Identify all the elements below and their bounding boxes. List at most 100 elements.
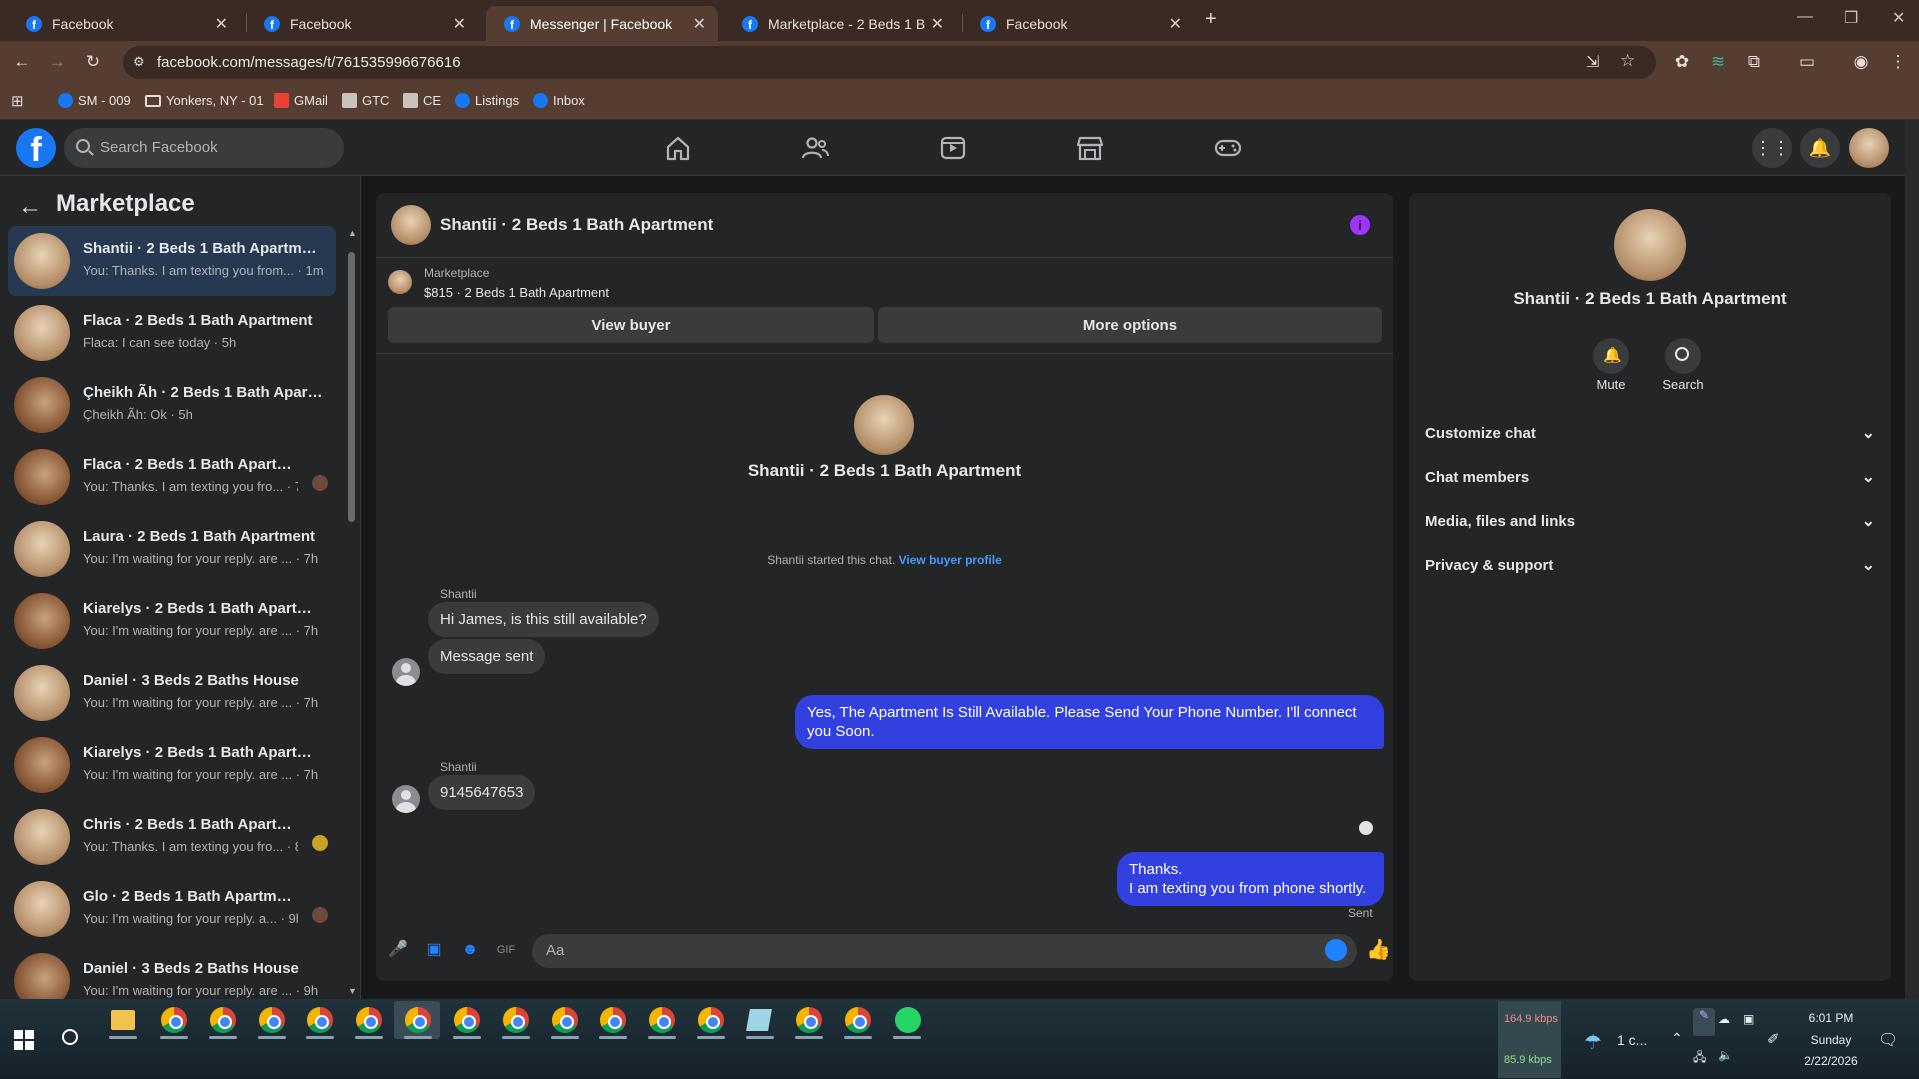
pen-tray-icon[interactable]: ✎ (1693, 1008, 1715, 1036)
chrome-icon[interactable] (649, 1007, 675, 1033)
clock-date[interactable]: 2/22/2026 (1796, 1054, 1866, 1068)
info-icon[interactable]: i (1350, 215, 1370, 235)
notepad-icon[interactable] (746, 1009, 772, 1031)
conversation-item[interactable]: Kiarelys · 2 Beds 1 Bath Apartme... You:… (8, 586, 336, 656)
chat-avatar[interactable] (391, 205, 431, 245)
chrome-icon[interactable] (161, 1007, 187, 1033)
back-arrow-icon[interactable]: ← (18, 193, 42, 221)
extensions-puzzle-icon[interactable]: ⧉ (1742, 50, 1766, 74)
conversation-item[interactable]: Çheikh Ãh · 2 Beds 1 Bath Apart... Çheik… (8, 370, 336, 440)
customize-chat-section[interactable]: Customize chat ⌄ (1425, 425, 1875, 442)
account-avatar[interactable] (1849, 128, 1889, 168)
chat-intro-avatar[interactable] (854, 395, 914, 455)
meet-tray-icon[interactable]: ▣ (1743, 1012, 1754, 1026)
file-explorer-icon[interactable] (111, 1010, 135, 1030)
listing-thumbnail[interactable] (388, 270, 412, 294)
side-panel-icon[interactable]: ▭ (1795, 50, 1819, 74)
volume-icon[interactable]: 🔈 (1718, 1048, 1733, 1062)
chat-title[interactable]: Shantii · 2 Beds 1 Bath Apartment (440, 215, 713, 235)
chrome-icon[interactable] (259, 1007, 285, 1033)
install-app-icon[interactable]: ⇲ (1586, 52, 1599, 72)
browser-tab[interactable]: f Facebook ✕ (8, 6, 240, 41)
sticker-icon[interactable]: ☻ (460, 940, 480, 960)
outgoing-message[interactable]: Yes, The Apartment Is Still Available. P… (795, 695, 1384, 749)
site-info-icon[interactable]: ⚙ (133, 54, 145, 70)
video-icon[interactable] (938, 134, 968, 162)
pen-menu-icon[interactable]: ✐ (1767, 1030, 1780, 1048)
close-tab-icon[interactable]: ✕ (453, 14, 466, 34)
tray-overflow-chevron-icon[interactable]: ⌃ (1671, 1030, 1683, 1047)
reload-icon[interactable]: ↻ (81, 50, 105, 74)
view-buyer-profile-link[interactable]: View buyer profile (899, 553, 1002, 567)
sidebar-scrollbar[interactable]: ▲ ▼ (348, 228, 357, 998)
restore-icon[interactable]: ❐ (1844, 8, 1858, 28)
microphone-icon[interactable]: 🎤 (388, 940, 408, 960)
conversation-item[interactable]: Kiarelys · 2 Beds 1 Bath Apartme... You:… (8, 730, 336, 800)
page-scrollbar[interactable] (1905, 120, 1919, 999)
weather-icon[interactable]: ☂ (1584, 1030, 1602, 1055)
sender-avatar-icon[interactable] (392, 658, 420, 686)
close-tab-icon[interactable]: ✕ (1169, 14, 1182, 34)
window-close-icon[interactable]: ✕ (1892, 8, 1905, 28)
conversation-item[interactable]: Flaca · 2 Beds 1 Bath Apartme... You: Th… (8, 442, 336, 512)
notification-center-icon[interactable]: 🗨 (1878, 1030, 1898, 1050)
facebook-logo-icon[interactable]: f (16, 128, 56, 168)
thumbs-up-icon[interactable]: 👍 (1366, 940, 1391, 960)
clock-day[interactable]: Sunday (1796, 1033, 1866, 1047)
chrome-icon[interactable] (307, 1007, 333, 1033)
whatsapp-icon[interactable] (895, 1007, 921, 1033)
scroll-up-icon[interactable]: ▲ (348, 228, 357, 238)
bookmark-item[interactable]: GTC (342, 93, 389, 108)
close-tab-icon[interactable]: ✕ (931, 14, 944, 34)
browser-tab[interactable]: f Marketplace - 2 Beds 1 Bath Ap ✕ (724, 6, 956, 41)
marketplace-icon[interactable] (1075, 134, 1105, 162)
browser-tab[interactable]: f Facebook ✕ (246, 6, 478, 41)
apps-grid-icon[interactable]: ⊞ (11, 92, 24, 110)
outgoing-message[interactable]: Thanks. I am texting you from phone shor… (1117, 852, 1384, 906)
onedrive-icon[interactable]: ☁ (1718, 1012, 1730, 1026)
mute-button[interactable]: 🔔 (1593, 338, 1629, 374)
profile-icon[interactable]: ◉ (1849, 50, 1873, 74)
media-files-links-section[interactable]: Media, files and links ⌄ (1425, 513, 1875, 530)
incoming-message[interactable]: 9145647653 (428, 775, 536, 810)
chrome-icon[interactable] (845, 1007, 871, 1033)
windows-start-icon[interactable] (14, 1030, 34, 1050)
chrome-icon[interactable] (698, 1007, 724, 1033)
chrome-icon[interactable] (600, 1007, 626, 1033)
bookmark-item[interactable]: SM - 009 (58, 93, 131, 108)
chrome-icon[interactable] (454, 1007, 480, 1033)
conversation-item[interactable]: Chris · 2 Beds 1 Bath Apartment You: Tha… (8, 802, 336, 872)
conversation-item[interactable]: Shantii · 2 Beds 1 Bath Apartment You: T… (8, 226, 336, 296)
chrome-icon[interactable] (503, 1007, 529, 1033)
sidebar-scroll-thumb[interactable] (348, 252, 355, 522)
conversation-item[interactable]: Glo · 2 Beds 1 Bath Apartment You: I'm w… (8, 874, 336, 944)
chrome-icon[interactable] (405, 1007, 431, 1033)
chrome-icon[interactable] (356, 1007, 382, 1033)
clock-time[interactable]: 6:01 PM (1796, 1011, 1866, 1025)
chrome-icon[interactable] (796, 1007, 822, 1033)
new-tab-icon[interactable]: + (1205, 8, 1217, 31)
taskbar-search-icon[interactable] (62, 1029, 78, 1045)
back-icon[interactable]: ← (10, 50, 34, 74)
forward-icon[interactable]: → (45, 50, 69, 74)
notifications-bell-icon[interactable]: 🔔 (1800, 128, 1840, 168)
incoming-message[interactable]: Hi James, is this still available? (428, 602, 659, 637)
bookmark-item[interactable]: CE (403, 93, 441, 108)
incoming-message[interactable]: Message sent (428, 639, 546, 674)
info-avatar[interactable] (1614, 209, 1686, 281)
gaming-icon[interactable] (1213, 134, 1243, 162)
conversation-item[interactable]: Laura · 2 Beds 1 Bath Apartment You: I'm… (8, 514, 336, 584)
listing-title[interactable]: $815 · 2 Beds 1 Bath Apartment (424, 285, 609, 300)
gif-icon[interactable]: GIF (496, 940, 516, 960)
address-bar[interactable]: ⚙ facebook.com/messages/t/76153599667661… (123, 46, 1656, 79)
browser-tab[interactable]: f Facebook ✕ (962, 6, 1194, 41)
photo-attach-icon[interactable]: ▣ (424, 940, 444, 960)
close-tab-icon[interactable]: ✕ (693, 14, 706, 34)
extension-icon[interactable]: ✿ (1670, 50, 1694, 74)
view-buyer-button[interactable]: View buyer (388, 307, 874, 343)
conversation-item[interactable]: Flaca · 2 Beds 1 Bath Apartment Flaca: I… (8, 298, 336, 368)
scroll-down-icon[interactable]: ▼ (348, 986, 357, 996)
network-icon[interactable]: 🖧 (1693, 1048, 1706, 1069)
bookmark-item[interactable]: Yonkers, NY - 01 (145, 93, 264, 108)
search-in-chat-button[interactable] (1665, 338, 1701, 374)
